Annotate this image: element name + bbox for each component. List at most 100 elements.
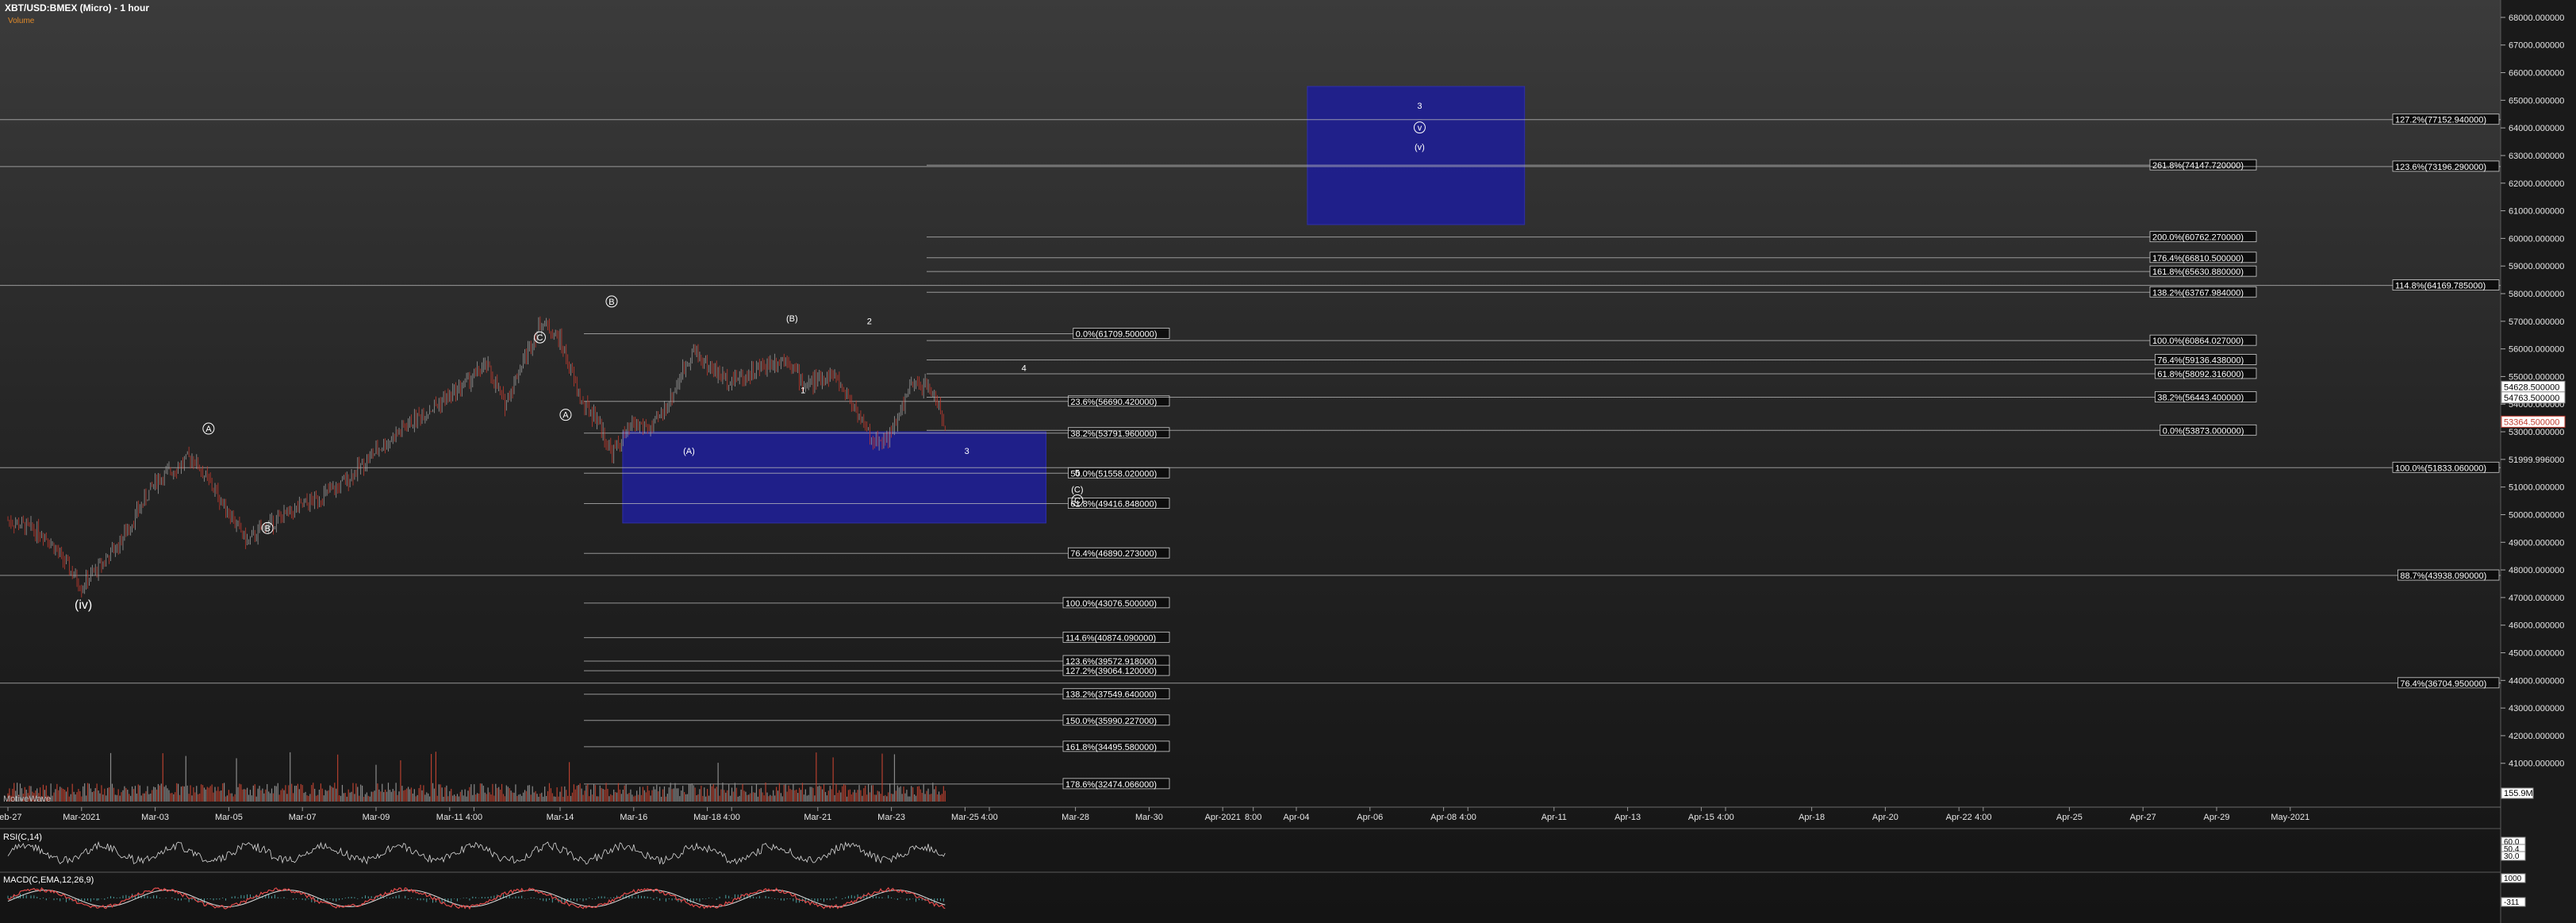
x-tick-label: Apr-25 [2056, 813, 2083, 822]
y-tick-label: 49000.000000 [2509, 538, 2564, 548]
x-tick-label: Apr-18 [1799, 813, 1825, 822]
x-tick-label: Mar-09 [363, 813, 390, 822]
y-tick-label: 43000.000000 [2509, 704, 2564, 713]
x-tick-label: Mar-16 [620, 813, 647, 822]
fib-right-label: 100.0%(60864.027000) [2152, 337, 2244, 346]
wave-label: 3 [1417, 102, 1422, 111]
price-marker-label: 54763.500000 [2504, 394, 2559, 403]
y-tick-label: 45000.000000 [2509, 649, 2564, 659]
fib-left-label: 161.8%(34495.580000) [1065, 743, 1157, 752]
y-tick-label: 58000.000000 [2509, 290, 2564, 299]
fib-left-label: 76.4%(46890.273000) [1070, 549, 1157, 559]
fib-left-label: 50.0%(51558.020000) [1070, 469, 1157, 479]
x-tick-label: 8:00 [1245, 813, 1261, 822]
wave-label: 3 [965, 447, 969, 456]
x-tick-label: Mar-28 [1061, 813, 1089, 822]
x-tick-label: Apr-04 [1283, 813, 1309, 822]
y-tick-label: 47000.000000 [2509, 594, 2564, 603]
y-tick-label: 53000.000000 [2509, 428, 2564, 437]
y-tick-label: 51000.000000 [2509, 483, 2564, 493]
x-tick-label: 4:00 [1460, 813, 1476, 822]
wave-label: A [562, 411, 569, 421]
watermark: MotiveWave [3, 794, 51, 804]
y-tick-label: 65000.000000 [2509, 96, 2564, 106]
wave-label: (B) [786, 314, 798, 324]
wave-label: C [1074, 497, 1081, 506]
fib-left-label: 100.0%(43076.500000) [1065, 599, 1157, 609]
x-tick-label: Apr-15 [1688, 813, 1714, 822]
x-tick-label: Mar-30 [1135, 813, 1163, 822]
fib-far-label: 114.8%(64169.785000) [2395, 282, 2486, 291]
x-tick-label: Mar-2021 [63, 813, 100, 822]
macd-line [7, 886, 946, 910]
fib-left-label: 23.6%(56690.420000) [1070, 398, 1157, 407]
x-tick-label: Apr-20 [1872, 813, 1898, 822]
macd-scale-label: -311 [2504, 898, 2520, 907]
x-tick-label: 4:00 [981, 813, 997, 822]
y-tick-label: 41000.000000 [2509, 760, 2564, 769]
fib-right-label: 0.0%(53873.000000) [2163, 426, 2244, 436]
y-tick-label: 51999.996000 [2509, 456, 2564, 465]
x-tick-label: Apr-22 [1946, 813, 1972, 822]
fib-left-label: 127.2%(39064.120000) [1065, 667, 1157, 676]
x-tick-label: 4:00 [724, 813, 740, 822]
y-tick-label: 61000.000000 [2509, 207, 2564, 217]
x-tick-label: Apr-11 [1541, 813, 1567, 822]
fib-right-label: 161.8%(65630.880000) [2152, 267, 2244, 277]
fib-left-label: 114.6%(40874.090000) [1065, 633, 1156, 643]
fib-left-label: 61.8%(49416.848000) [1070, 500, 1157, 510]
y-tick-label: 60000.000000 [2509, 234, 2564, 244]
y-tick-label: 57000.000000 [2509, 317, 2564, 327]
y-tick-label: 46000.000000 [2509, 621, 2564, 631]
price-marker-label: 54628.500000 [2504, 383, 2559, 392]
x-tick-label: Apr-06 [1357, 813, 1383, 822]
y-tick-label: 44000.000000 [2509, 676, 2564, 686]
wave-label: B [608, 298, 614, 307]
fib-left-label: 138.2%(37549.640000) [1065, 690, 1157, 700]
fib-far-label: 127.2%(77152.940000) [2395, 116, 2486, 125]
wave-label: (v) [1415, 143, 1425, 152]
fib-right-label: 38.2%(56443.400000) [2157, 394, 2244, 403]
y-tick-label: 62000.000000 [2509, 179, 2564, 189]
fib-right-label: 176.4%(66810.500000) [2152, 254, 2244, 263]
volume-axis-label: 155.9M [2504, 789, 2533, 798]
fib-far-label: 76.4%(36704.950000) [2400, 679, 2486, 689]
wave-label: (iv) [75, 598, 92, 612]
y-tick-label: 48000.000000 [2509, 566, 2564, 575]
chart-canvas[interactable]: 41000.000000 42000.000000 43000.000000 4400… [0, 0, 2576, 923]
wave-label: 2 [867, 317, 872, 326]
support-zone-box [622, 431, 1046, 524]
y-tick-label: 64000.000000 [2509, 124, 2564, 133]
macd-scale-label: 1000 [2504, 875, 2522, 883]
wave-label: 1 [800, 386, 805, 395]
macd-title: MACD(C,EMA,12,26,9) [3, 875, 94, 885]
x-tick-label: Mar-05 [215, 813, 243, 822]
trading-chart[interactable]: XBT/USD:BMEX (Micro) - 1 hour Volume 410… [0, 0, 2576, 923]
x-tick-label: Apr-08 [1430, 813, 1457, 822]
x-tick-label: Apr-27 [2130, 813, 2156, 822]
x-tick-label: Feb-27 [0, 813, 21, 822]
y-tick-label: 42000.000000 [2509, 732, 2564, 741]
x-tick-label: Apr-29 [2203, 813, 2229, 822]
fib-right-label: 261.8%(74147.720000) [2152, 161, 2244, 171]
y-tick-label: 59000.000000 [2509, 262, 2564, 271]
x-tick-label: Mar-11 [436, 813, 463, 822]
y-tick-label: 68000.000000 [2509, 13, 2564, 23]
fib-right-label: 76.4%(59136.438000) [2157, 356, 2244, 366]
rsi-line [7, 840, 946, 865]
wave-label: C [537, 333, 543, 343]
fib-left-label: 150.0%(35990.227000) [1065, 717, 1157, 726]
wave-label: 4 [1022, 363, 1027, 373]
x-tick-label: May-2021 [2271, 813, 2309, 822]
x-tick-label: Mar-07 [289, 813, 317, 822]
rsi-scale-label: 30.0 [2504, 852, 2520, 861]
fib-far-label: 123.6%(73196.290000) [2395, 163, 2486, 172]
x-tick-label: 4:00 [1975, 813, 1991, 822]
y-tick-label: 67000.000000 [2509, 41, 2564, 51]
macd-signal-line [7, 890, 946, 907]
price-marker-label: 53364.500000 [2504, 417, 2559, 427]
fib-left-label: 0.0%(61709.500000) [1076, 329, 1157, 339]
x-tick-label: Mar-14 [547, 813, 574, 822]
fib-right-label: 61.8%(58092.316000) [2157, 370, 2244, 379]
rsi-title: RSI(C,14) [3, 833, 42, 842]
